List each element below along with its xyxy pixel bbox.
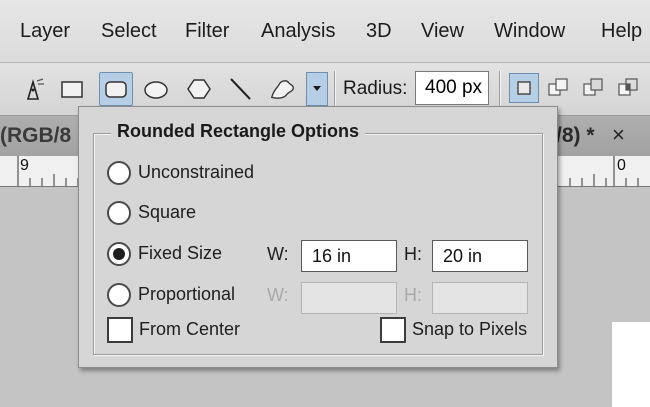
close-icon[interactable]: × bbox=[612, 122, 625, 148]
unconstrained-label[interactable]: Unconstrained bbox=[138, 162, 254, 183]
add-to-shape-area-icon[interactable] bbox=[544, 74, 572, 102]
fixed-height-label: H: bbox=[404, 244, 422, 264]
document-tab-left[interactable]: (RGB/8 bbox=[0, 124, 71, 148]
snap-to-pixels-label[interactable]: Snap to Pixels bbox=[412, 319, 527, 340]
rounded-rectangle-options-panel: Rounded Rectangle Options Unconstrained … bbox=[78, 106, 558, 368]
fixed-width-input[interactable] bbox=[301, 240, 397, 272]
line-tool-icon[interactable] bbox=[226, 75, 254, 103]
proportional-width-label: W: bbox=[267, 285, 289, 305]
separator bbox=[334, 71, 336, 109]
separator bbox=[499, 71, 501, 109]
menu-window[interactable]: Window bbox=[494, 20, 565, 43]
intersect-shape-areas-icon[interactable] bbox=[614, 74, 642, 102]
subtract-from-shape-area-icon[interactable] bbox=[579, 74, 607, 102]
from-center-label[interactable]: From Center bbox=[139, 319, 240, 340]
square-label[interactable]: Square bbox=[138, 202, 196, 223]
shape-picker-dropdown-button[interactable] bbox=[306, 72, 328, 106]
rectangle-tool-icon[interactable] bbox=[58, 75, 86, 103]
document-canvas[interactable] bbox=[612, 322, 650, 407]
menu-3d[interactable]: 3D bbox=[366, 20, 392, 43]
new-shape-layer-icon[interactable] bbox=[509, 73, 539, 103]
fixed-size-label[interactable]: Fixed Size bbox=[138, 243, 222, 264]
snap-to-pixels-checkbox[interactable] bbox=[380, 317, 406, 343]
rounded-rectangle-tool-icon[interactable] bbox=[99, 72, 133, 106]
proportional-height-input bbox=[432, 282, 528, 314]
menu-select[interactable]: Select bbox=[101, 20, 157, 43]
menu-analysis[interactable]: Analysis bbox=[261, 20, 335, 43]
ellipse-tool-icon[interactable] bbox=[142, 75, 170, 103]
fixed-width-label: W: bbox=[267, 244, 289, 264]
fixed-size-radio[interactable] bbox=[107, 242, 131, 266]
radius-label: Radius: bbox=[343, 78, 408, 99]
menu-filter[interactable]: Filter bbox=[185, 20, 229, 43]
proportional-width-input bbox=[301, 282, 397, 314]
panel-title: Rounded Rectangle Options bbox=[111, 121, 366, 142]
proportional-label[interactable]: Proportional bbox=[138, 284, 235, 305]
polygon-tool-icon[interactable] bbox=[185, 75, 213, 103]
chevron-down-icon bbox=[312, 80, 322, 98]
menu-help[interactable]: Help bbox=[601, 20, 642, 43]
menu-layer[interactable]: Layer bbox=[20, 20, 70, 43]
menu-bar: Layer Select Filter Analysis 3D View Win… bbox=[0, 0, 650, 63]
pen-tool-icon[interactable] bbox=[20, 75, 48, 103]
custom-shape-tool-icon[interactable] bbox=[268, 75, 296, 103]
unconstrained-radio[interactable] bbox=[107, 161, 131, 185]
proportional-height-label: H: bbox=[404, 285, 422, 305]
menu-view[interactable]: View bbox=[421, 20, 464, 43]
radius-input[interactable] bbox=[415, 71, 489, 105]
fixed-height-input[interactable] bbox=[432, 240, 528, 272]
from-center-checkbox[interactable] bbox=[107, 317, 133, 343]
square-radio[interactable] bbox=[107, 201, 131, 225]
document-tab-right[interactable]: /8) * bbox=[556, 124, 595, 148]
proportional-radio[interactable] bbox=[107, 283, 131, 307]
